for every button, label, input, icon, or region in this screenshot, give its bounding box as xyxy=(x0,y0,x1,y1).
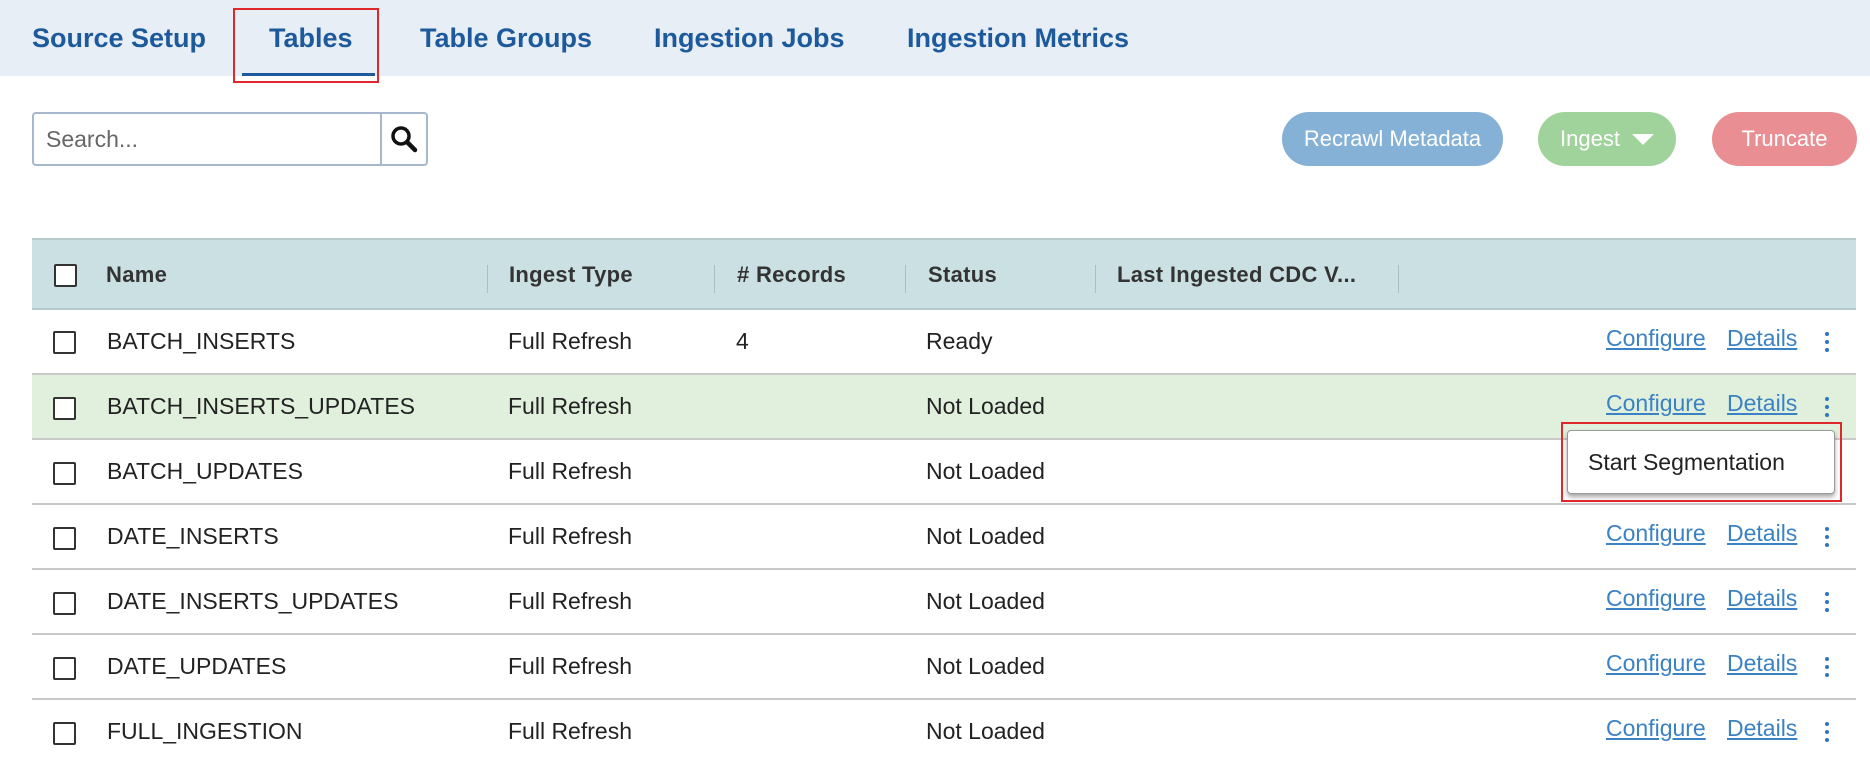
truncate-button[interactable]: Truncate xyxy=(1712,112,1857,166)
context-menu-highlight-box xyxy=(1561,422,1842,502)
details-link[interactable]: Details xyxy=(1727,700,1797,760)
column-header-name[interactable]: Name xyxy=(106,240,167,310)
row-status: Not Loaded xyxy=(926,588,1045,614)
row-status: Not Loaded xyxy=(926,458,1045,484)
configure-link[interactable]: Configure xyxy=(1606,310,1706,373)
column-divider[interactable] xyxy=(714,265,715,293)
row-ingest-type: Full Refresh xyxy=(508,523,632,549)
column-header-records[interactable]: # Records xyxy=(737,240,846,310)
caret-down-icon xyxy=(1631,133,1654,145)
row-ingest-type: Full Refresh xyxy=(508,393,632,419)
tab-ingestion-metrics[interactable]: Ingestion Metrics xyxy=(907,0,1129,76)
configure-link[interactable]: Configure xyxy=(1606,570,1706,633)
table-row[interactable]: DATE_UPDATES Full Refresh Not Loaded Con… xyxy=(32,635,1856,700)
row-status: Not Loaded xyxy=(926,718,1045,744)
column-header-last-ingested-cdc[interactable]: Last Ingested CDC V... xyxy=(1117,240,1356,310)
tab-table-groups[interactable]: Table Groups xyxy=(420,0,592,76)
row-ingest-type: Full Refresh xyxy=(508,588,632,614)
truncate-label: Truncate xyxy=(1741,126,1828,151)
row-name: BATCH_UPDATES xyxy=(107,458,303,484)
select-all-checkbox[interactable] xyxy=(54,264,77,287)
search-icon xyxy=(391,126,418,153)
row-ingest-type: Full Refresh xyxy=(508,653,632,679)
row-status: Ready xyxy=(926,328,993,354)
row-checkbox[interactable] xyxy=(53,462,76,485)
details-link[interactable]: Details xyxy=(1727,570,1797,633)
column-header-status[interactable]: Status xyxy=(928,240,997,310)
column-header-ingest-type[interactable]: Ingest Type xyxy=(509,240,633,310)
more-options-icon[interactable] xyxy=(1822,592,1832,612)
row-status: Not Loaded xyxy=(926,523,1045,549)
table-row[interactable]: DATE_INSERTS_UPDATES Full Refresh Not Lo… xyxy=(32,570,1856,635)
row-status: Not Loaded xyxy=(926,393,1045,419)
search-input[interactable] xyxy=(34,114,380,164)
row-name: BATCH_INSERTS_UPDATES xyxy=(107,393,416,419)
row-ingest-type: Full Refresh xyxy=(508,458,632,484)
column-divider[interactable] xyxy=(905,265,906,293)
row-name: BATCH_INSERTS xyxy=(107,328,296,354)
recrawl-metadata-button[interactable]: Recrawl Metadata xyxy=(1282,112,1503,166)
row-checkbox[interactable] xyxy=(53,527,76,550)
search-box xyxy=(32,112,428,166)
row-checkbox[interactable] xyxy=(53,722,76,745)
row-ingest-type: Full Refresh xyxy=(508,328,632,354)
row-checkbox[interactable] xyxy=(53,657,76,680)
more-options-icon[interactable] xyxy=(1822,527,1832,547)
row-checkbox[interactable] xyxy=(53,331,76,354)
details-link[interactable]: Details xyxy=(1727,310,1797,373)
row-name: DATE_INSERTS_UPDATES xyxy=(107,588,399,614)
configure-link[interactable]: Configure xyxy=(1606,700,1706,760)
column-divider[interactable] xyxy=(487,265,488,293)
table-row[interactable]: FULL_INGESTION Full Refresh Not Loaded C… xyxy=(32,700,1856,760)
ingest-label: Ingest xyxy=(1560,126,1620,151)
column-divider[interactable] xyxy=(1095,265,1096,293)
row-name: FULL_INGESTION xyxy=(107,718,303,744)
tab-ingestion-jobs[interactable]: Ingestion Jobs xyxy=(654,0,845,76)
tables-tab-highlight-box xyxy=(233,8,379,83)
table-row[interactable]: BATCH_INSERTS Full Refresh 4 Ready Confi… xyxy=(32,310,1856,375)
search-button[interactable] xyxy=(380,114,426,164)
row-name: DATE_INSERTS xyxy=(107,523,279,549)
recrawl-metadata-label: Recrawl Metadata xyxy=(1303,126,1482,151)
table-row[interactable]: DATE_INSERTS Full Refresh Not Loaded Con… xyxy=(32,505,1856,570)
more-options-icon[interactable] xyxy=(1822,722,1832,742)
configure-link[interactable]: Configure xyxy=(1606,505,1706,568)
row-records: 4 xyxy=(736,328,749,354)
table-header: Name Ingest Type # Records Status Last I… xyxy=(32,238,1856,310)
row-checkbox[interactable] xyxy=(53,592,76,615)
more-options-icon[interactable] xyxy=(1822,397,1832,417)
column-divider[interactable] xyxy=(1398,265,1399,293)
row-ingest-type: Full Refresh xyxy=(508,718,632,744)
more-options-icon[interactable] xyxy=(1822,657,1832,677)
row-checkbox[interactable] xyxy=(53,397,76,420)
more-options-icon[interactable] xyxy=(1822,332,1832,352)
details-link[interactable]: Details xyxy=(1727,505,1797,568)
ingest-dropdown-button[interactable]: Ingest xyxy=(1538,112,1676,166)
tab-source-setup[interactable]: Source Setup xyxy=(32,0,206,76)
row-status: Not Loaded xyxy=(926,653,1045,679)
details-link[interactable]: Details xyxy=(1727,635,1797,698)
row-name: DATE_UPDATES xyxy=(107,653,287,679)
configure-link[interactable]: Configure xyxy=(1606,635,1706,698)
